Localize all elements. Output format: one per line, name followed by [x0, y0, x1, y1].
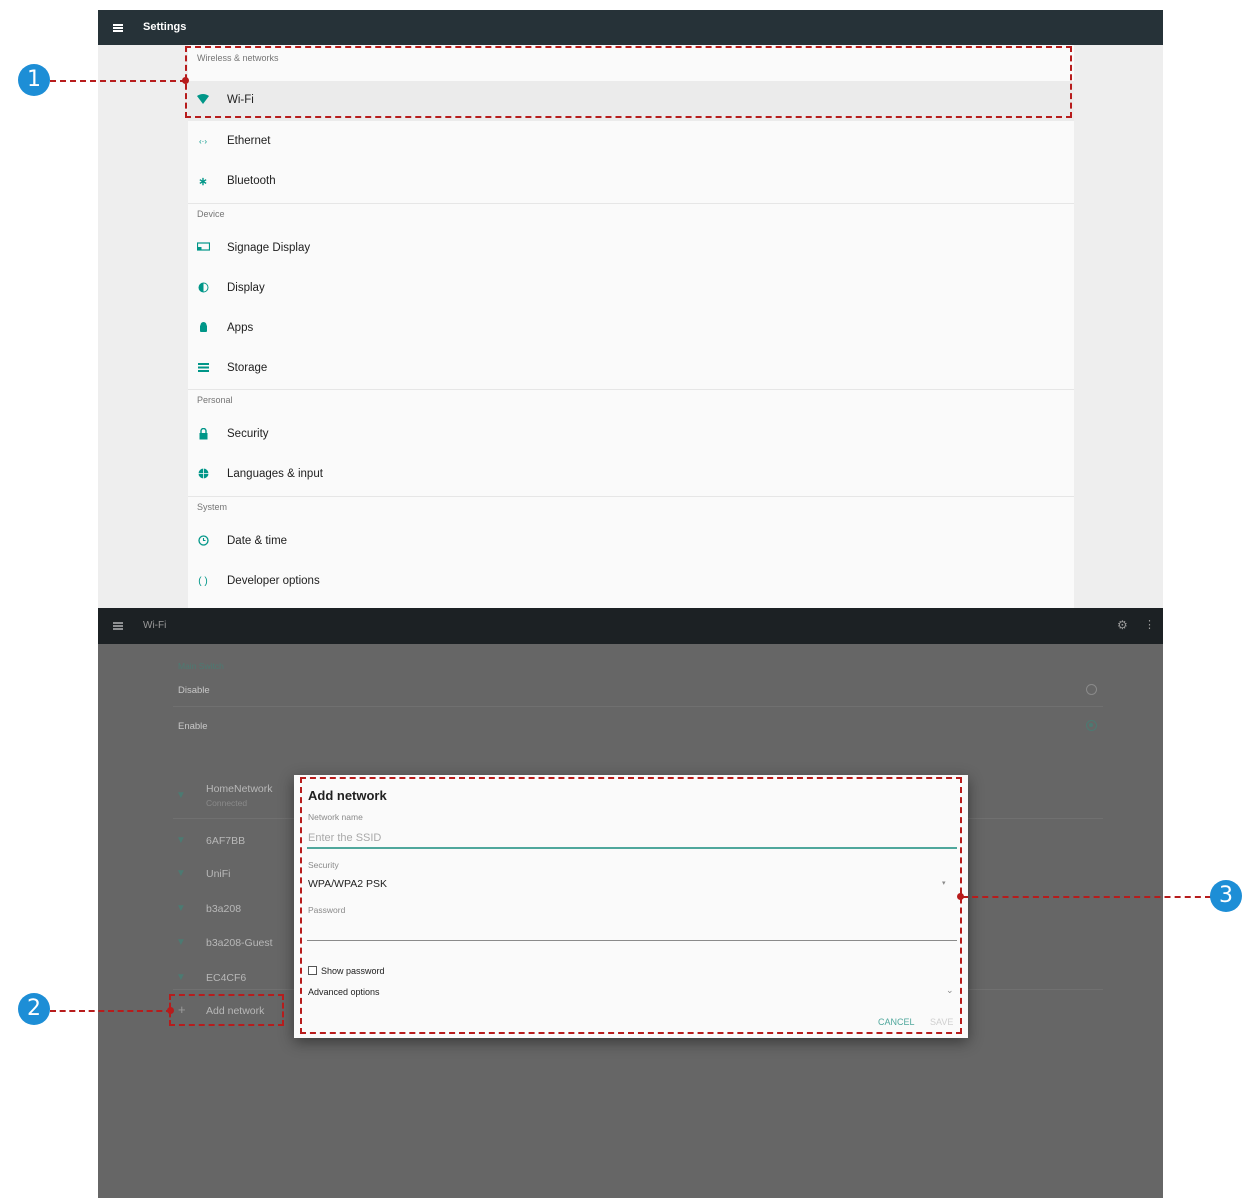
- bluetooth-icon: ∗: [198, 176, 208, 188]
- radio-selected-dot: [1089, 723, 1093, 727]
- wifi-signal-icon: ▼: [176, 937, 186, 948]
- settings-item-date-time[interactable]: Date & time: [188, 522, 1074, 562]
- network-name: b3a208-Guest: [206, 937, 273, 949]
- network-name: b3a208: [206, 903, 242, 915]
- settings-item-display[interactable]: Display: [188, 269, 1074, 309]
- wifi-signal-icon: ▼: [176, 972, 186, 983]
- settings-item-apps[interactable]: Apps: [188, 309, 1074, 349]
- settings-item-label: Apps: [227, 322, 254, 334]
- annotation-dot: [182, 77, 189, 84]
- menu-icon[interactable]: [113, 24, 123, 32]
- disable-option-label: Disable: [178, 685, 210, 696]
- network-name: 6AF7BB: [206, 835, 246, 847]
- wifi-title: Wi-Fi: [143, 620, 167, 631]
- settings-item-label: Languages & input: [227, 468, 323, 480]
- wifi-signal-icon: ▼: [176, 903, 186, 914]
- settings-item-developer-options[interactable]: ( ) Developer options: [188, 562, 1074, 602]
- wifi-app-bar: Wi-Fi ⚙ ⋮: [98, 608, 1163, 644]
- settings-item-label: Date & time: [227, 535, 288, 547]
- gear-icon[interactable]: ⚙: [1117, 618, 1128, 632]
- section-header-personal: Personal: [197, 395, 233, 405]
- code-brackets-icon: ( ): [198, 576, 208, 587]
- settings-item-ethernet[interactable]: ‹·› Ethernet: [188, 122, 1074, 162]
- settings-item-label: Signage Display: [227, 242, 311, 254]
- overflow-menu-icon[interactable]: ⋮: [1144, 618, 1155, 631]
- settings-list: Wireless & networks Wi-Fi ‹·› Ethernet ∗…: [188, 45, 1074, 608]
- android-icon: [196, 322, 210, 336]
- annotation-leader-line: [50, 80, 186, 82]
- menu-icon[interactable]: [113, 622, 123, 630]
- main-switch-label: Main Switch: [178, 661, 224, 671]
- annotation-dot: [167, 1007, 174, 1014]
- section-header-system: System: [197, 502, 228, 512]
- clock-icon: [196, 535, 210, 549]
- settings-title: Settings: [143, 21, 187, 33]
- divider: [188, 496, 1074, 497]
- enable-radio[interactable]: [1086, 720, 1097, 731]
- settings-item-bluetooth[interactable]: ∗ Bluetooth: [188, 162, 1074, 202]
- annotation-badge-3: 3: [1210, 880, 1242, 912]
- annotation-box-add-network: [169, 994, 284, 1026]
- wifi-signal-icon: ▼: [176, 868, 186, 879]
- wifi-signal-icon: ▼: [176, 790, 186, 801]
- annotation-badge-1: 1: [18, 64, 50, 96]
- annotation-dot: [957, 893, 964, 900]
- display-brightness-icon: [196, 282, 210, 296]
- annotation-leader-line: [962, 896, 1211, 898]
- settings-item-security[interactable]: Security: [188, 415, 1074, 455]
- annotation-box-dialog: [300, 777, 962, 1034]
- annotation-leader-line: [50, 1010, 172, 1012]
- storage-icon: [196, 362, 210, 376]
- enable-option-label: Enable: [178, 721, 208, 732]
- settings-item-languages[interactable]: Languages & input: [188, 455, 1074, 495]
- network-name: HomeNetwork: [206, 783, 273, 795]
- divider: [173, 706, 1103, 707]
- settings-app-bar: Settings: [98, 10, 1163, 45]
- settings-item-label: Developer options: [227, 575, 320, 587]
- wifi-signal-icon: ▼: [176, 835, 186, 846]
- annotation-badge-2: 2: [18, 993, 50, 1025]
- divider: [188, 389, 1074, 390]
- settings-item-label: Bluetooth: [227, 175, 276, 187]
- ethernet-icon: ‹·›: [199, 137, 207, 146]
- network-status: Connected: [206, 798, 248, 808]
- settings-item-signage-display[interactable]: Signage Display: [188, 229, 1074, 269]
- divider: [188, 203, 1074, 204]
- settings-item-label: Display: [227, 282, 265, 294]
- settings-item-label: Ethernet: [227, 135, 271, 147]
- settings-item-label: Security: [227, 428, 269, 440]
- annotation-box-wifi: [185, 46, 1072, 118]
- disable-radio[interactable]: [1086, 684, 1097, 695]
- network-name: UniFi: [206, 868, 231, 880]
- lock-icon: [196, 427, 210, 442]
- globe-icon: [196, 468, 210, 482]
- signage-display-icon: [196, 242, 210, 256]
- network-name: EC4CF6: [206, 972, 247, 984]
- settings-item-storage[interactable]: Storage: [188, 349, 1074, 389]
- settings-item-label: Storage: [227, 362, 268, 374]
- section-header-device: Device: [197, 209, 225, 219]
